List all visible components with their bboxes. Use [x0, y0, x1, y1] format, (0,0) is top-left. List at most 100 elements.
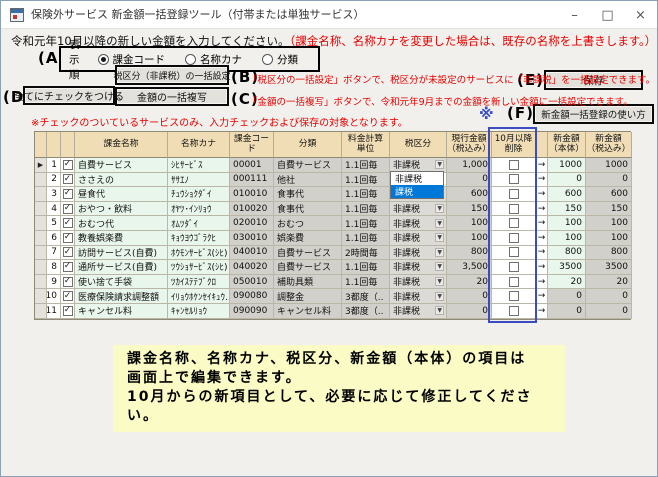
cell-current-amount: 600 [447, 187, 492, 202]
include-checkbox[interactable]: ✓ [63, 306, 73, 316]
cell-tax[interactable]: 非課税▼ [390, 289, 447, 304]
cell-kana[interactable]: ｷｮｳﾖｳｺﾞﾗｸﾋ [168, 231, 230, 246]
minimize-button[interactable]: – [558, 1, 591, 29]
cell-kana[interactable]: ｻｻｴﾉ [168, 173, 230, 188]
include-checkbox[interactable]: ✓ [63, 218, 73, 228]
cell-new-amount-base[interactable]: 600 [548, 187, 586, 202]
cell-new-amount-incl: 800 [586, 246, 632, 261]
cell-name[interactable]: おやつ・飲料 [75, 202, 168, 217]
delete-checkbox[interactable] [509, 233, 519, 243]
cell-new-amount-base[interactable]: 800 [548, 246, 586, 261]
combo-arrow-icon[interactable]: ▼ [435, 277, 444, 286]
cell-new-amount-base[interactable]: 150 [548, 202, 586, 217]
maximize-button[interactable]: □ [591, 1, 624, 29]
cell-kana[interactable]: ｼﾋｻｰﾋﾞｽ [168, 158, 230, 173]
row-selector[interactable] [35, 304, 47, 319]
tax-bulk-set-button[interactable]: 税区分（非課税）の一括設定 [115, 65, 229, 85]
close-button[interactable]: × [624, 1, 657, 29]
cell-name[interactable]: 医療保険請求調整額 [75, 289, 168, 304]
delete-checkbox[interactable] [509, 174, 519, 184]
cell-kana[interactable]: ﾂｳｼｮｻｰﾋﾞｽ(ｼﾋ) [168, 260, 230, 275]
combo-arrow-icon[interactable]: ▼ [435, 204, 444, 213]
row-selector[interactable] [35, 202, 47, 217]
delete-checkbox[interactable] [509, 262, 519, 272]
cell-name[interactable]: ささえの [75, 173, 168, 188]
include-checkbox[interactable]: ✓ [63, 160, 73, 170]
row-selector[interactable] [35, 187, 47, 202]
cell-tax[interactable]: 非課税▼ [390, 246, 447, 261]
cell-name[interactable]: 自費サービス [75, 158, 168, 173]
cell-new-amount-base[interactable]: 100 [548, 231, 586, 246]
cell-new-amount-base[interactable]: 0 [548, 173, 586, 188]
cell-name[interactable]: 教養娯楽費 [75, 231, 168, 246]
delete-checkbox[interactable] [509, 277, 519, 287]
row-selector[interactable] [35, 260, 47, 275]
include-checkbox[interactable]: ✓ [63, 291, 73, 301]
instruction-warning: （課金名称、名称カナを変更した場合は、既存の名称を上書きします。） [289, 34, 656, 48]
cell-code: 090080 [230, 289, 274, 304]
cell-tax[interactable]: 非課税▼ [390, 275, 447, 290]
cell-new-amount-base[interactable]: 1000 [548, 158, 586, 173]
combo-arrow-icon[interactable]: ▼ [435, 292, 444, 301]
row-selector[interactable] [35, 216, 47, 231]
cell-unit: 1.1回毎 [342, 260, 390, 275]
row-selector[interactable] [35, 246, 47, 261]
cell-name[interactable]: 使い捨て手袋 [75, 275, 168, 290]
combo-arrow-icon[interactable]: ▼ [435, 219, 444, 228]
cell-tax[interactable]: 非課税▼ [390, 260, 447, 275]
delete-checkbox[interactable] [509, 189, 519, 199]
cell-new-amount-base[interactable]: 0 [548, 304, 586, 319]
include-checkbox[interactable]: ✓ [63, 247, 73, 257]
cell-new-amount-base[interactable]: 20 [548, 275, 586, 290]
cell-tax[interactable]: 非課税▼ [390, 216, 447, 231]
include-checkbox[interactable]: ✓ [63, 189, 73, 199]
row-selector[interactable] [35, 173, 47, 188]
include-checkbox[interactable]: ✓ [63, 262, 73, 272]
delete-checkbox[interactable] [509, 218, 519, 228]
delete-checkbox[interactable] [509, 204, 519, 214]
cell-kana[interactable]: ｵﾔﾂ･ｲﾝﾘｮｳ [168, 202, 230, 217]
row-selector[interactable]: ▶ [35, 158, 47, 173]
dropdown-option[interactable]: 課税 [391, 185, 443, 198]
delete-checkbox[interactable] [509, 160, 519, 170]
combo-arrow-icon[interactable]: ▼ [435, 306, 444, 315]
delete-checkbox[interactable] [509, 306, 519, 316]
cell-tax[interactable]: 非課税▼ [390, 231, 447, 246]
copy-arrow-icon: → [536, 187, 548, 202]
cell-code: 050010 [230, 275, 274, 290]
check-all-button[interactable]: 全てにチェックをつける [23, 86, 115, 105]
cell-kana[interactable]: ﾁｭｳｼｮｸﾀﾞｲ [168, 187, 230, 202]
copy-arrow-icon: → [536, 158, 548, 173]
dropdown-option[interactable]: 非課税 [391, 172, 443, 185]
combo-arrow-icon[interactable]: ▼ [435, 262, 444, 271]
sort-radio-option[interactable]: 分類 [262, 52, 298, 67]
row-selector[interactable] [35, 231, 47, 246]
combo-arrow-icon[interactable]: ▼ [435, 233, 444, 242]
cell-tax[interactable]: 非課税▼ [390, 202, 447, 217]
delete-checkbox[interactable] [509, 247, 519, 257]
cell-kana[interactable]: ﾎｳﾓﾝｻｰﾋﾞｽ(ｼﾋ) [168, 246, 230, 261]
combo-arrow-icon[interactable]: ▼ [435, 160, 444, 169]
amount-copy-button[interactable]: 金額の一括複写 [115, 87, 229, 106]
cell-name[interactable]: 訪問サービス(自費) [75, 246, 168, 261]
cell-name[interactable]: 通所サービス(自費) [75, 260, 168, 275]
include-checkbox[interactable]: ✓ [63, 277, 73, 287]
include-checkbox[interactable]: ✓ [63, 233, 73, 243]
cell-new-amount-base[interactable]: 0 [548, 289, 586, 304]
row-selector[interactable] [35, 289, 47, 304]
cell-tax[interactable]: 非課税▼ [390, 304, 447, 319]
include-checkbox[interactable]: ✓ [63, 174, 73, 184]
cell-kana[interactable]: ﾂｶｲｽﾃﾃﾌﾞｸﾛ [168, 275, 230, 290]
cell-kana[interactable]: ｲﾘｮｳﾎｹﾝｾｲｷｭｳ... [168, 289, 230, 304]
include-checkbox[interactable]: ✓ [63, 204, 73, 214]
cell-name[interactable]: キャンセル料 [75, 304, 168, 319]
cell-kana[interactable]: ｵﾑﾂﾀﾞｲ [168, 216, 230, 231]
cell-name[interactable]: おむつ代 [75, 216, 168, 231]
cell-kana[interactable]: ｷｬﾝｾﾙﾘｮｳ [168, 304, 230, 319]
cell-name[interactable]: 昼食代 [75, 187, 168, 202]
cell-new-amount-base[interactable]: 100 [548, 216, 586, 231]
delete-checkbox[interactable] [509, 291, 519, 301]
combo-arrow-icon[interactable]: ▼ [435, 248, 444, 257]
cell-new-amount-base[interactable]: 3500 [548, 260, 586, 275]
row-selector[interactable] [35, 275, 47, 290]
